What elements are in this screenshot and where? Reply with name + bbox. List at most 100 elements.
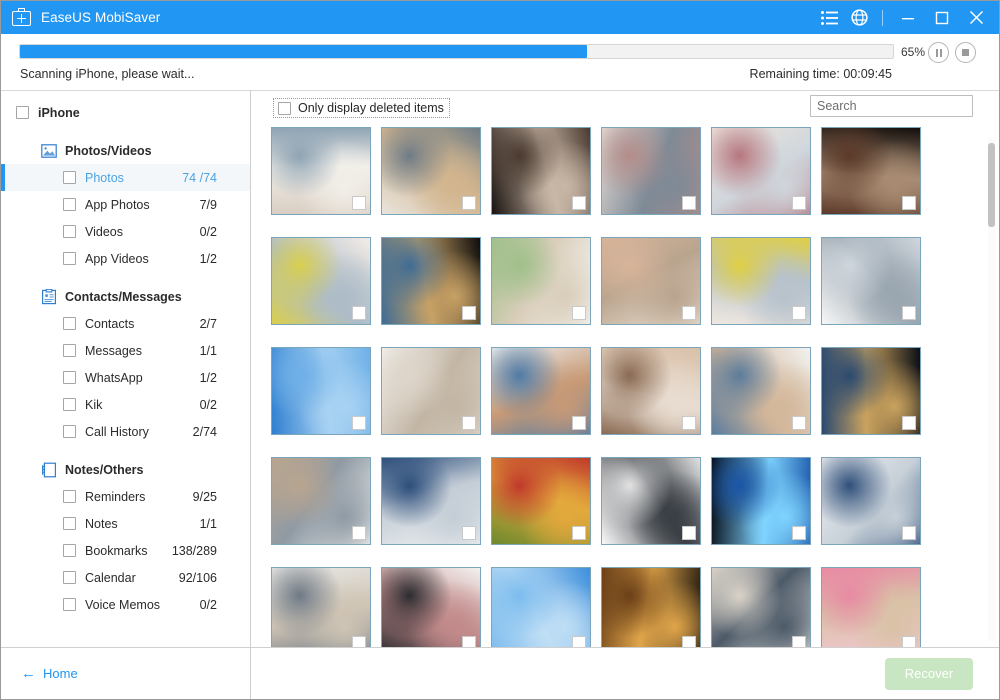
tree-item-app-photos[interactable]: App Photos 7/9 (1, 191, 250, 218)
recover-button[interactable]: Recover (885, 657, 973, 690)
thumbnail-item[interactable] (271, 237, 371, 325)
item-checkbox[interactable] (63, 171, 76, 184)
item-checkbox[interactable] (63, 252, 76, 265)
stop-scan-button[interactable] (955, 42, 976, 63)
thumbnail-checkbox[interactable] (572, 196, 586, 210)
thumbnail-item[interactable] (381, 567, 481, 647)
thumbnail-item[interactable] (601, 567, 701, 647)
thumbnail-checkbox[interactable] (352, 526, 366, 540)
thumbnail-checkbox[interactable] (902, 196, 916, 210)
tree-root-iphone[interactable]: iPhone (1, 99, 250, 126)
grid-scrollbar-thumb[interactable] (988, 143, 995, 227)
thumbnail-checkbox[interactable] (462, 636, 476, 647)
tree-item-photos[interactable]: Photos 74 /74 (1, 164, 250, 191)
item-checkbox[interactable] (63, 225, 76, 238)
tree-group-0[interactable]: Photos/Videos (1, 137, 250, 164)
thumbnail-checkbox[interactable] (462, 196, 476, 210)
item-checkbox[interactable] (63, 317, 76, 330)
thumbnail-item[interactable] (381, 347, 481, 435)
thumbnail-checkbox[interactable] (572, 306, 586, 320)
thumbnail-checkbox[interactable] (352, 306, 366, 320)
item-checkbox[interactable] (63, 544, 76, 557)
thumbnail-checkbox[interactable] (902, 306, 916, 320)
thumbnail-checkbox[interactable] (682, 196, 696, 210)
thumbnail-item[interactable] (711, 237, 811, 325)
thumbnail-item[interactable] (711, 567, 811, 647)
tree-item-app-videos[interactable]: App Videos 1/2 (1, 245, 250, 272)
thumbnail-item[interactable] (491, 347, 591, 435)
thumbnail-checkbox[interactable] (682, 416, 696, 430)
thumbnail-item[interactable] (381, 237, 481, 325)
tree-group-2[interactable]: Notes/Others (1, 456, 250, 483)
item-checkbox[interactable] (63, 198, 76, 211)
tree-item-bookmarks[interactable]: Bookmarks 138/289 (1, 537, 250, 564)
home-link[interactable]: ← Home (21, 666, 78, 681)
thumbnail-checkbox[interactable] (682, 636, 696, 647)
close-button[interactable] (959, 1, 993, 34)
thumbnail-checkbox[interactable] (352, 416, 366, 430)
thumbnail-item[interactable] (271, 347, 371, 435)
only-deleted-checkbox[interactable] (278, 101, 291, 115)
thumbnail-item[interactable] (271, 127, 371, 215)
search-input[interactable] (810, 95, 973, 117)
thumbnail-item[interactable] (711, 457, 811, 545)
only-deleted-filter[interactable]: Only display deleted items (273, 98, 450, 118)
list-menu-icon[interactable] (814, 1, 844, 34)
tree-item-contacts[interactable]: Contacts 2/7 (1, 310, 250, 337)
thumbnail-checkbox[interactable] (682, 306, 696, 320)
thumbnail-checkbox[interactable] (792, 636, 806, 647)
thumbnail-checkbox[interactable] (682, 526, 696, 540)
maximize-button[interactable] (925, 1, 959, 34)
thumbnail-checkbox[interactable] (902, 526, 916, 540)
item-checkbox[interactable] (63, 371, 76, 384)
thumbnail-checkbox[interactable] (902, 416, 916, 430)
thumbnail-item[interactable] (821, 567, 921, 647)
tree-item-videos[interactable]: Videos 0/2 (1, 218, 250, 245)
thumbnail-checkbox[interactable] (792, 306, 806, 320)
thumbnail-checkbox[interactable] (462, 306, 476, 320)
thumbnail-checkbox[interactable] (792, 526, 806, 540)
thumbnail-item[interactable] (491, 127, 591, 215)
thumbnail-item[interactable] (601, 457, 701, 545)
thumbnail-item[interactable] (711, 347, 811, 435)
thumbnail-item[interactable] (821, 457, 921, 545)
item-checkbox[interactable] (63, 398, 76, 411)
tree-item-notes[interactable]: Notes 1/1 (1, 510, 250, 537)
grid-scrollbar[interactable] (988, 137, 995, 641)
tree-item-messages[interactable]: Messages 1/1 (1, 337, 250, 364)
thumbnail-item[interactable] (601, 127, 701, 215)
item-checkbox[interactable] (63, 425, 76, 438)
tree-item-kik[interactable]: Kik 0/2 (1, 391, 250, 418)
tree-item-voice-memos[interactable]: Voice Memos 0/2 (1, 591, 250, 618)
thumbnail-checkbox[interactable] (902, 636, 916, 647)
tree-group-1[interactable]: Contacts/Messages (1, 283, 250, 310)
thumbnail-item[interactable] (601, 237, 701, 325)
thumbnail-item[interactable] (491, 457, 591, 545)
item-checkbox[interactable] (63, 571, 76, 584)
iphone-checkbox[interactable] (16, 106, 29, 119)
thumbnail-checkbox[interactable] (572, 526, 586, 540)
thumbnail-item[interactable] (821, 347, 921, 435)
thumbnail-item[interactable] (381, 457, 481, 545)
tree-item-call-history[interactable]: Call History 2/74 (1, 418, 250, 445)
item-checkbox[interactable] (63, 517, 76, 530)
thumbnail-item[interactable] (711, 127, 811, 215)
thumbnail-checkbox[interactable] (792, 416, 806, 430)
item-checkbox[interactable] (63, 598, 76, 611)
thumbnail-checkbox[interactable] (352, 636, 366, 647)
minimize-button[interactable] (891, 1, 925, 34)
item-checkbox[interactable] (63, 344, 76, 357)
thumbnail-checkbox[interactable] (572, 636, 586, 647)
globe-icon[interactable] (844, 1, 874, 34)
thumbnail-item[interactable] (821, 237, 921, 325)
thumbnail-item[interactable] (601, 347, 701, 435)
thumbnail-item[interactable] (821, 127, 921, 215)
pause-scan-button[interactable] (928, 42, 949, 63)
tree-item-reminders[interactable]: Reminders 9/25 (1, 483, 250, 510)
thumbnail-item[interactable] (491, 237, 591, 325)
tree-item-calendar[interactable]: Calendar 92/106 (1, 564, 250, 591)
thumbnail-item[interactable] (381, 127, 481, 215)
thumbnail-checkbox[interactable] (792, 196, 806, 210)
thumbnail-checkbox[interactable] (352, 196, 366, 210)
thumbnail-item[interactable] (491, 567, 591, 647)
